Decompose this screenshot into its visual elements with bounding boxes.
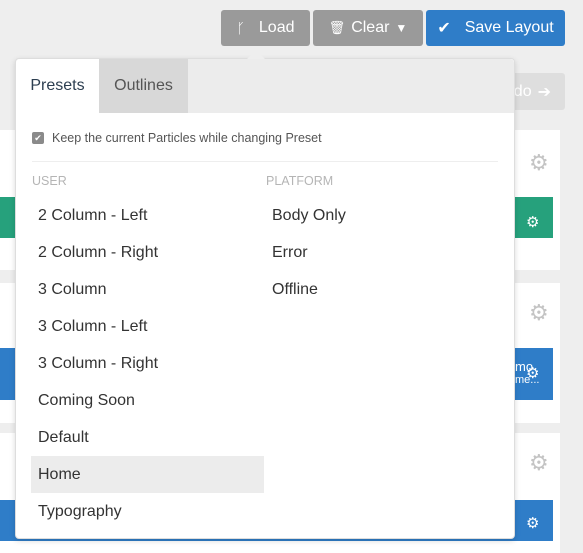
arrow-right-icon: ➔ bbox=[537, 83, 551, 101]
keep-particles-checkbox[interactable]: ✔ Keep the current Particles while chang… bbox=[32, 131, 322, 145]
keep-particles-label: Keep the current Particles while changin… bbox=[52, 131, 322, 145]
presets-popover: Presets Outlines ✔ Keep the current Part… bbox=[15, 58, 515, 539]
checkbox-checked-icon[interactable]: ✔ bbox=[32, 132, 44, 144]
preset-item-user[interactable]: Typography bbox=[31, 493, 264, 530]
particle-gear-icon[interactable]: ⚙ bbox=[526, 213, 539, 231]
preset-item-platform[interactable]: Offline bbox=[265, 271, 498, 308]
save-layout-button[interactable]: ✔ Save Layout bbox=[426, 10, 565, 46]
clear-button[interactable]: 🗑 Clear ▼ bbox=[313, 10, 423, 46]
preset-item-user[interactable]: Default bbox=[31, 419, 264, 456]
user-heading: USER bbox=[32, 174, 67, 188]
particle-gear-icon[interactable]: ⚙ bbox=[526, 514, 539, 532]
tab-outlines[interactable]: Outlines bbox=[99, 59, 188, 113]
divider bbox=[32, 161, 498, 162]
redo-label: do bbox=[513, 82, 532, 100]
preset-item-user[interactable]: Coming Soon bbox=[31, 382, 264, 419]
trash-icon: 🗑 bbox=[328, 20, 346, 35]
popover-arrow bbox=[247, 50, 265, 59]
popover-tabs: Presets Outlines bbox=[16, 59, 514, 113]
save-label: Save Layout bbox=[464, 19, 554, 36]
clear-label: Clear bbox=[351, 19, 390, 36]
preset-item-platform[interactable]: Error bbox=[265, 234, 498, 271]
check-icon: ✔ bbox=[437, 20, 451, 37]
settings-gear-icon[interactable]: ⚙ bbox=[529, 300, 549, 326]
tab-presets[interactable]: Presets bbox=[16, 59, 99, 113]
preset-item-user[interactable]: Home bbox=[31, 456, 264, 493]
load-label: Load bbox=[258, 19, 295, 36]
chevron-down-icon: ▼ bbox=[395, 21, 408, 35]
preset-item-user[interactable]: 2 Column - Right bbox=[31, 234, 264, 271]
preset-item-user[interactable]: 3 Column bbox=[31, 271, 264, 308]
particle-gear-icon[interactable]: ⚙ bbox=[526, 364, 539, 382]
fork-icon: ᚴ bbox=[236, 20, 245, 36]
preset-item-user[interactable]: 3 Column - Right bbox=[31, 345, 264, 382]
load-button[interactable]: ᚴ Load bbox=[221, 10, 310, 46]
preset-item-platform[interactable]: Body Only bbox=[265, 197, 498, 234]
preset-item-user[interactable]: 3 Column - Left bbox=[31, 308, 264, 345]
preset-item-user[interactable]: 2 Column - Left bbox=[31, 197, 264, 234]
platform-heading: PLATFORM bbox=[266, 174, 334, 188]
settings-gear-icon[interactable]: ⚙ bbox=[529, 450, 549, 476]
settings-gear-icon[interactable]: ⚙ bbox=[529, 150, 549, 176]
